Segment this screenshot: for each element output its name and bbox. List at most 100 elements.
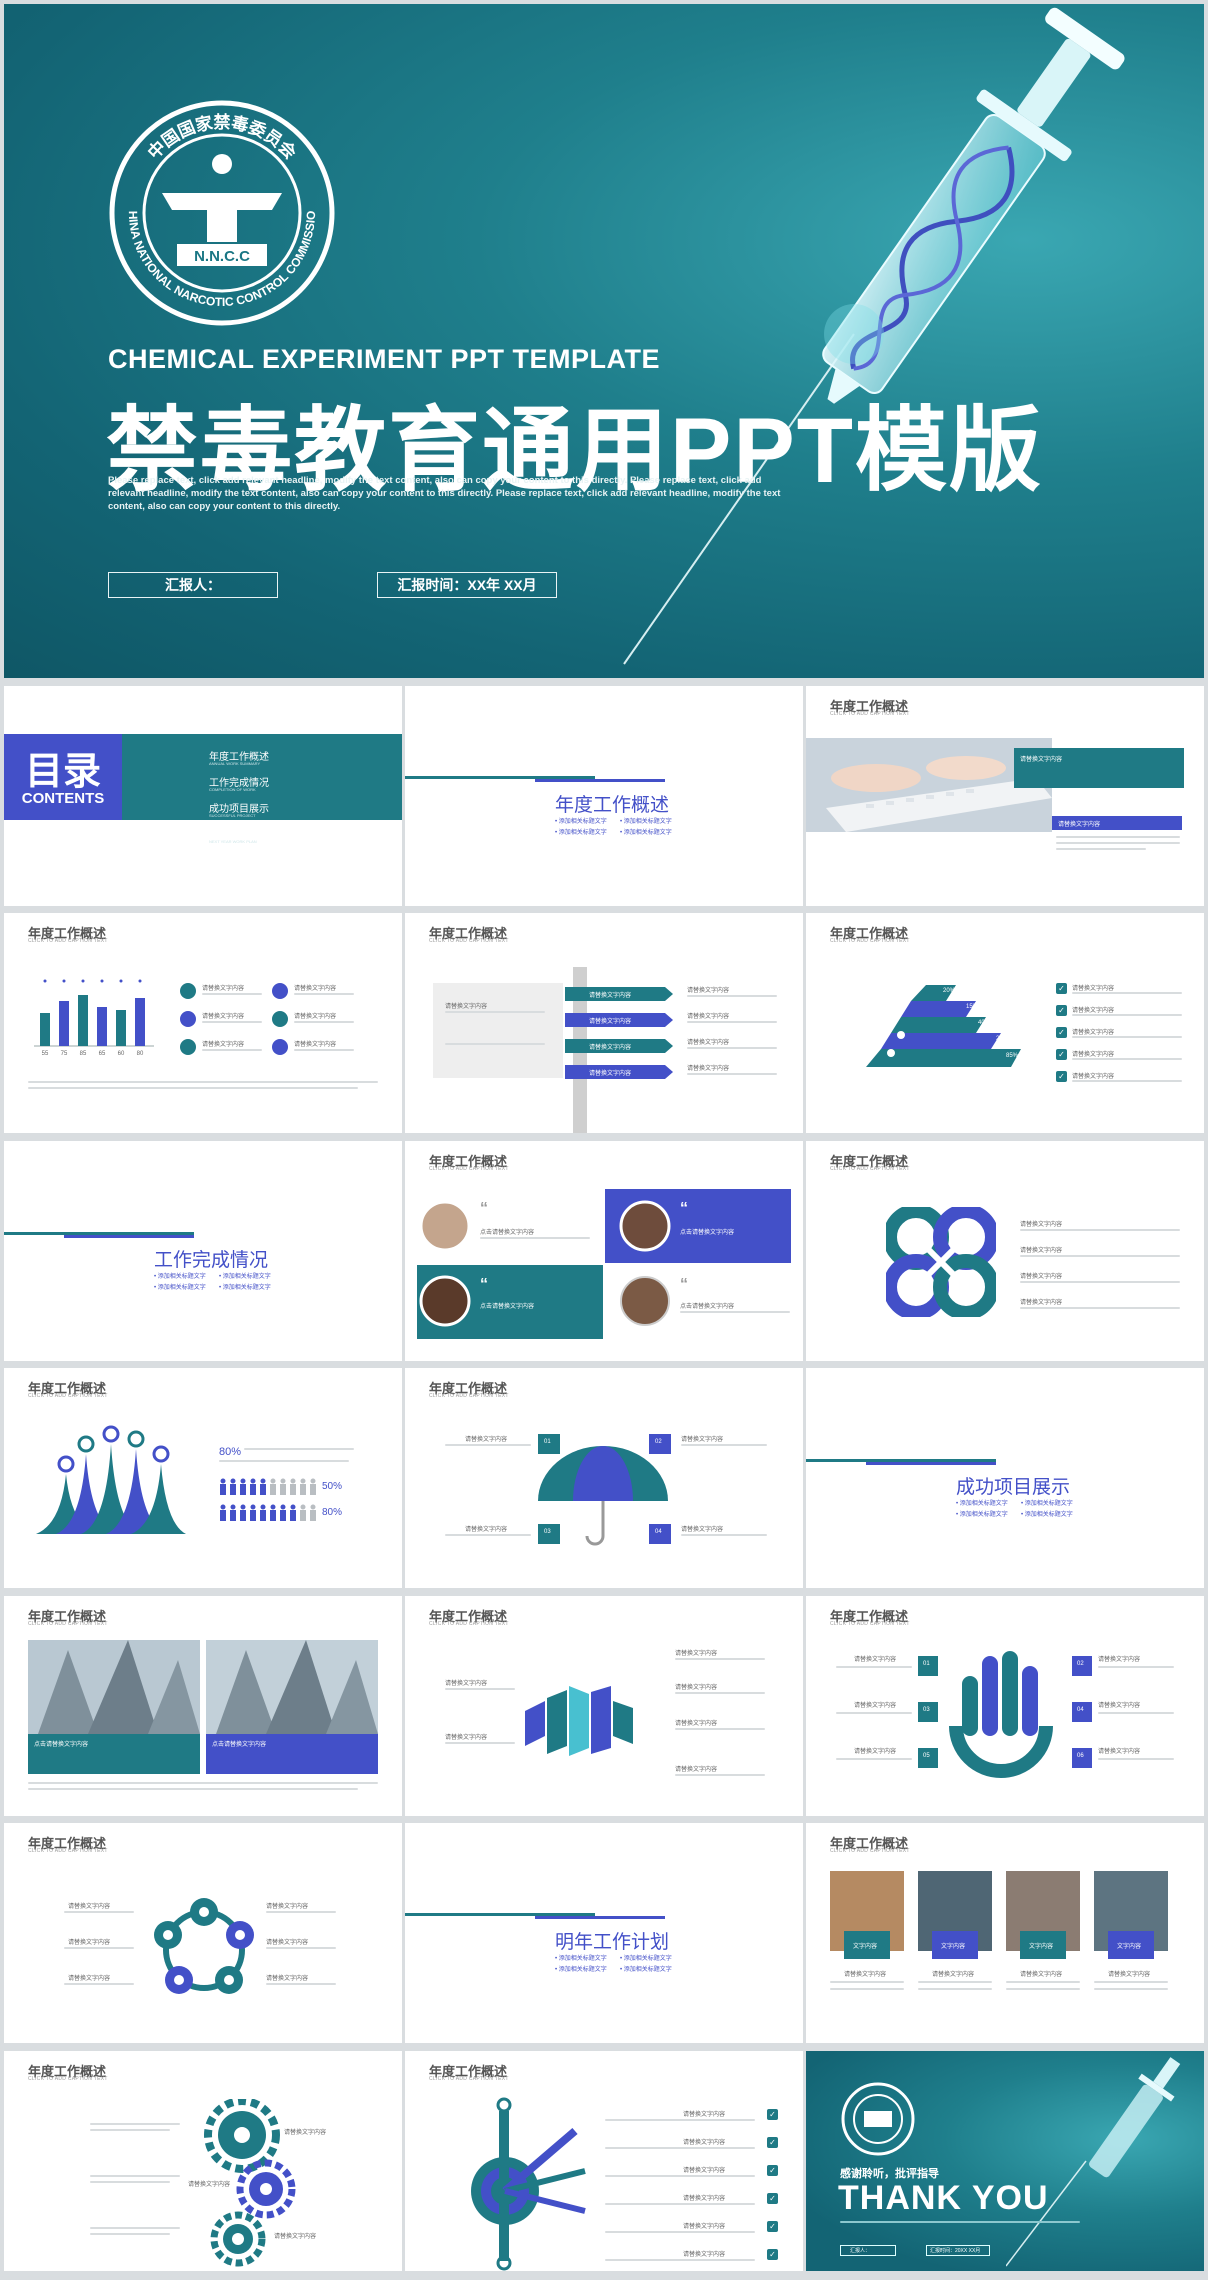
pyramid-percent: 15% [966, 1004, 979, 1010]
item-label: 请替换文字内容 [854, 1657, 897, 1663]
check-icon: ✓ [1056, 1027, 1067, 1038]
buildings-photo-slide[interactable]: 年度工作概述 CLICK TO ADD CAPTION TEXT 点击请替换文字… [4, 1596, 402, 1816]
item-label: 请替换文字内容 [687, 1040, 730, 1046]
check-icon: ✓ [767, 2137, 778, 2148]
grey-text-panel [433, 983, 563, 1078]
cycle-diagram-slide[interactable]: 年度工作概述 CLICK TO ADD CAPTION TEXT 请替换文字内容… [4, 1823, 402, 2043]
reporter-box[interactable]: 汇报人： [108, 572, 278, 598]
section-slide-1[interactable]: 年度工作概述 • 添加相关标题文字 • 添加相关标题文字 • 添加相关标题文字 … [405, 686, 803, 906]
check-icon: ✓ [1056, 1005, 1067, 1016]
check-item-label: 请替换文字内容 [1072, 986, 1115, 992]
pyramid-percent: 20% [943, 988, 956, 994]
number-label: 04 [1077, 1707, 1084, 1713]
photo-text-slide[interactable]: 年度工作概述 CLICK TO ADD CAPTION TEXT 请替换文字内容… [806, 686, 1204, 906]
four-photos-slide[interactable]: 年度工作概述 CLICK TO ADD CAPTION TEXT 文字内容 文字… [806, 1823, 1204, 2043]
gear-label: 请替换文字内容 [284, 2130, 327, 2136]
bar-value-label: 65 [99, 1051, 106, 1057]
section-slide-2[interactable]: 工作完成情况 • 添加相关标题文字 • 添加相关标题文字 • 添加相关标题文字 … [4, 1141, 402, 1361]
arrow-label: 请替换文字内容 [589, 1045, 632, 1051]
person-icon [270, 1504, 276, 1521]
check-item-label: 请替换文字内容 [683, 2252, 726, 2258]
bar [40, 1013, 50, 1046]
pyramid-percent: 25% [996, 1036, 1009, 1042]
testimonial-slide[interactable]: 年度工作概述 CLICK TO ADD CAPTION TEXT “ “ “ “… [405, 1141, 803, 1361]
peaks-people-slide[interactable]: 年度工作概述 CLICK TO ADD CAPTION TEXT 80% 50%… [4, 1368, 402, 1588]
section-bullet: • 添加相关标题文字 [555, 1967, 607, 1973]
knot-diagram-slide[interactable]: 年度工作概述 CLICK TO ADD CAPTION TEXT 请替换文字内容… [806, 1141, 1204, 1361]
check-icon: ✓ [767, 2249, 778, 2260]
slide-caption: CLICK TO ADD CAPTION TEXT [830, 938, 910, 944]
pyramid-percent-slide[interactable]: 年度工作概述 CLICK TO ADD CAPTION TEXT 20% 15%… [806, 913, 1204, 1133]
person-icon [230, 1504, 236, 1521]
gears-slide[interactable]: 年度工作概述 CLICK TO ADD CAPTION TEXT 请替换文字内容… [4, 2051, 402, 2271]
item-label: 请替换文字内容 [465, 1437, 508, 1443]
section-bullet: • 添加相关标题文字 [555, 819, 607, 825]
gear-label: 请替换文字内容 [188, 2182, 231, 2188]
item-label: 请替换文字内容 [675, 1721, 718, 1727]
check-icon: ✓ [767, 2221, 778, 2232]
person-icon [310, 1478, 316, 1495]
people-top-percent: 80% [219, 1446, 242, 1458]
bar-marker [62, 979, 66, 983]
syringe-illustration [623, 7, 1125, 665]
item-label: 请替换文字内容 [1020, 1972, 1063, 1978]
svg-text:“: “ [480, 1200, 488, 1217]
contents-item-sub: NEXT YEAR WORK PLAN [209, 839, 257, 844]
report-time-box[interactable]: 汇报时间：XX年 XX月 [377, 572, 557, 598]
section-title: 工作完成情况 [154, 1250, 269, 1271]
check-item-label: 请替换文字内容 [683, 2112, 726, 2118]
blocks-diagram-slide[interactable]: 年度工作概述 CLICK TO ADD CAPTION TEXT 请替换文字内容… [405, 1596, 803, 1816]
photo-label: 文字内容 [1029, 1944, 1054, 1950]
panel-title: 点击请替换文字内容 [212, 1742, 267, 1748]
section-slide-4[interactable]: 明年工作计划 • 添加相关标题文字 • 添加相关标题文字 • 添加相关标题文字 … [405, 1823, 803, 2043]
section-bullet: • 添加相关标题文字 [620, 830, 672, 836]
hand-diagram-slide[interactable]: 年度工作概述 CLICK TO ADD CAPTION TEXT 01 03 0… [806, 1596, 1204, 1816]
number-label: 03 [923, 1707, 930, 1713]
bar-chart-slide[interactable]: 年度工作概述 CLICK TO ADD CAPTION TEXT 55 75 85 6… [4, 913, 402, 1133]
person-icon [220, 1504, 226, 1521]
contents-title: 目录 [24, 751, 101, 793]
person-icon [290, 1478, 296, 1495]
section-bullet: • 添加相关标题文字 [154, 1285, 206, 1291]
hand-diagram [949, 1651, 1053, 1778]
panel-label: 请替换文字内容 [445, 1004, 488, 1010]
thank-you-slide[interactable]: 感谢聆听，批评指导 THANK YOU 汇报人： 汇报时间：20XX XX月 [806, 2051, 1204, 2271]
section-bullet: • 添加相关标题文字 [620, 1956, 672, 1962]
arrow-list-slide[interactable]: 年度工作概述 CLICK TO ADD CAPTION TEXT 请替换文字内容… [405, 913, 803, 1133]
section-title: 明年工作计划 [555, 1932, 670, 1953]
section-bullet: • 添加相关标题文字 [620, 1967, 672, 1973]
section-slide-3[interactable]: 成功项目展示 • 添加相关标题文字 • 添加相关标题文字 • 添加相关标题文字 … [806, 1368, 1204, 1588]
section-title: 成功项目展示 [956, 1477, 1071, 1498]
item-label: 请替换文字内容 [687, 1066, 730, 1072]
check-icon: ✓ [767, 2193, 778, 2204]
list-item-label: 请替换文字内容 [294, 1014, 337, 1020]
target-list-slide[interactable]: 年度工作概述 CLICK TO ADD CAPTION TEXT ✓ 请替换文字内… [405, 2051, 803, 2271]
bar-value-label: 85 [80, 1051, 87, 1057]
bar-value-label: 60 [118, 1051, 125, 1057]
gear-label: 请替换文字内容 [274, 2234, 317, 2240]
number-label: 04 [655, 1529, 662, 1535]
avatars: “ “ “ “ [419, 1200, 688, 1327]
item-label: 请替换文字内容 [675, 1651, 718, 1657]
section-bullet: • 添加相关标题文字 [555, 830, 607, 836]
section-divider [64, 1235, 194, 1238]
contents-slide[interactable]: 目录 CONTENTS 年度工作概述 ANNUAL WORK SUMMARY 工… [4, 686, 402, 906]
list-bullet-icon [180, 1011, 196, 1027]
quote-title: 点击请替换文字内容 [480, 1304, 535, 1310]
team-photos [830, 1871, 1168, 1959]
contents-item-sub: ANNUAL WORK SUMMARY [209, 761, 261, 766]
contents-subtitle: CONTENTS [21, 790, 105, 807]
thanks-title: THANK YOU [838, 2179, 1049, 2217]
slide-caption: CLICK TO ADD CAPTION TEXT [830, 711, 910, 717]
panel-title: 点击请替换文字内容 [34, 1742, 89, 1748]
item-label: 请替换文字内容 [854, 1749, 897, 1755]
item-label: 请替换文字内容 [681, 1437, 724, 1443]
check-icon: ✓ [1056, 1049, 1067, 1060]
check-icon: ✓ [767, 2109, 778, 2120]
umbrella-slide[interactable]: 年度工作概述 CLICK TO ADD CAPTION TEXT 01 02 0… [405, 1368, 803, 1588]
section-divider [866, 1462, 996, 1465]
title-slide[interactable]: 中国国家禁毒委员会 CHINA NATIONAL NARCOTIC CONTRO… [4, 4, 1204, 678]
item-label: 请替换文字内容 [1020, 1222, 1063, 1228]
bar [59, 1001, 69, 1046]
bar-chart: 55 75 85 65 60 80 [34, 979, 154, 1057]
